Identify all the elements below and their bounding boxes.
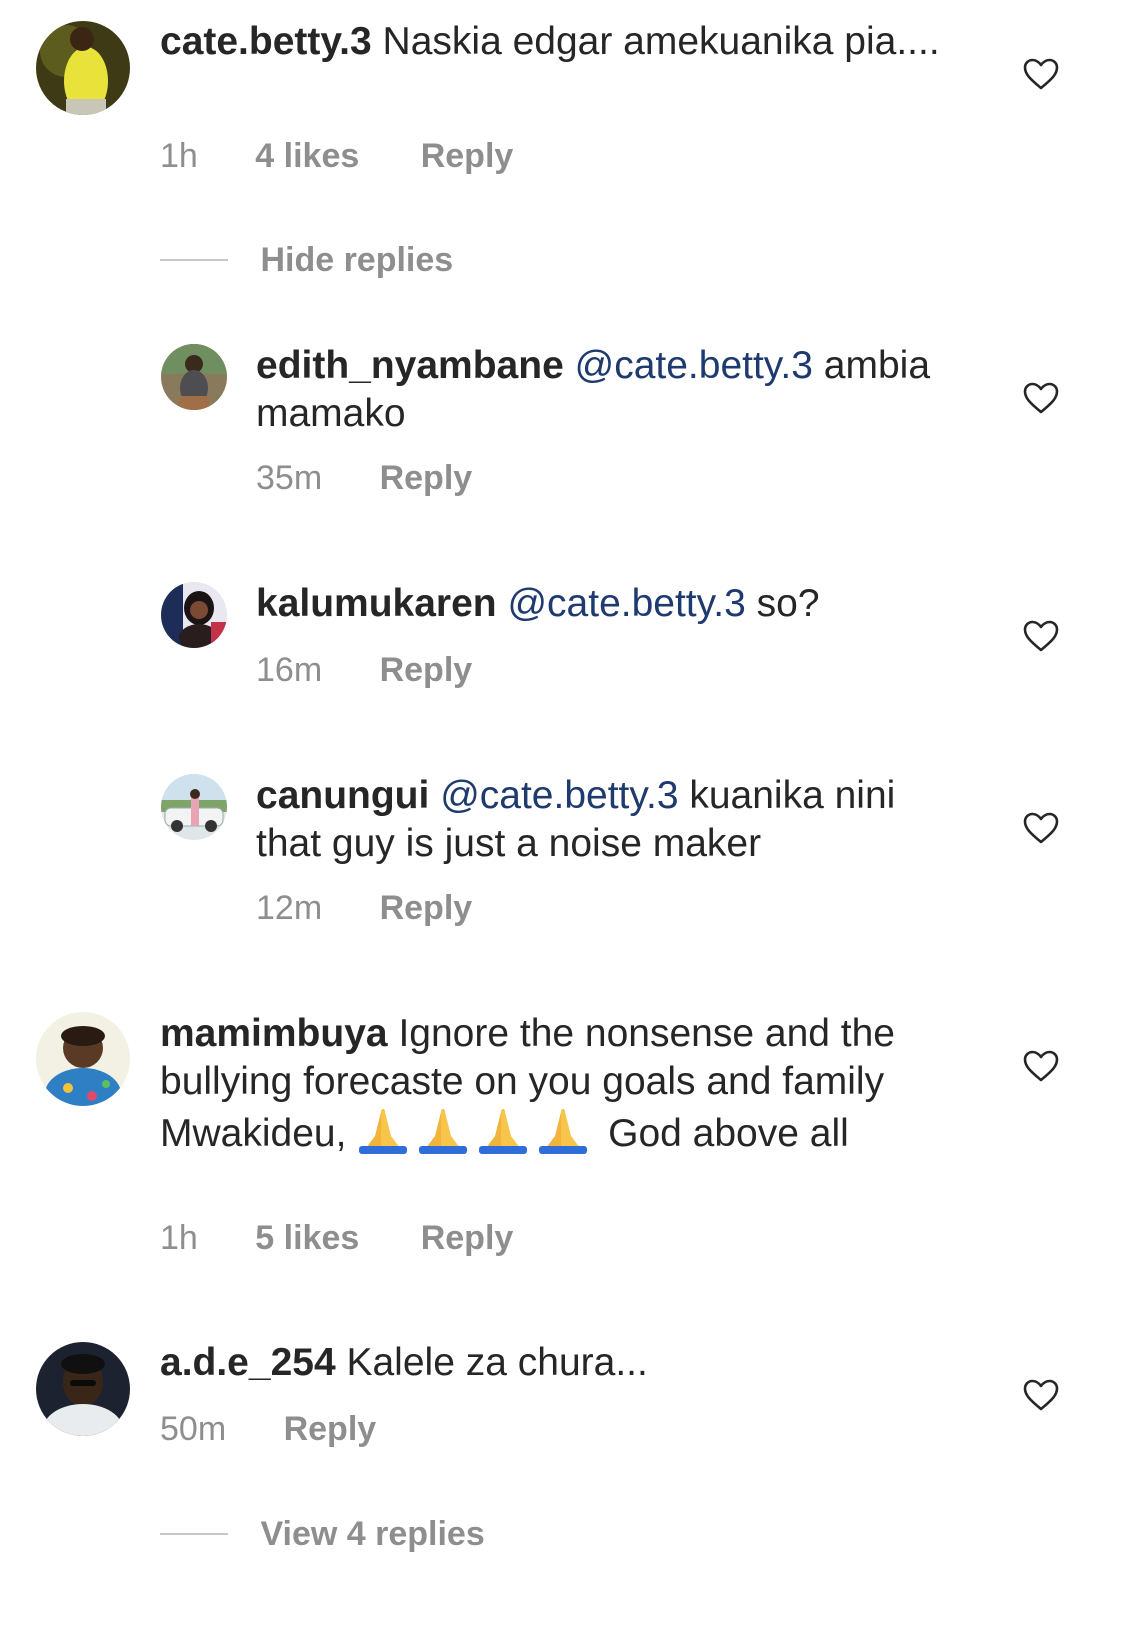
view-replies-label: View 4 replies bbox=[260, 1515, 485, 1553]
reply-button[interactable]: Reply bbox=[380, 650, 473, 690]
comment-likes[interactable]: 5 likes bbox=[255, 1218, 359, 1258]
reply-button[interactable]: Reply bbox=[421, 1218, 514, 1258]
reply-button[interactable]: Reply bbox=[380, 888, 473, 928]
comment-body: Naskia edgar amekuanika pia.... bbox=[382, 20, 940, 63]
comment-timestamp: 1h bbox=[160, 1219, 198, 1257]
comment-body: Kalele za chura... bbox=[346, 1341, 648, 1384]
reply-username[interactable]: kalumukaren bbox=[256, 582, 497, 625]
folded-hands-emoji-icon bbox=[419, 1109, 468, 1154]
heart-icon[interactable] bbox=[1022, 381, 1060, 415]
comment-meta: 50m Reply bbox=[160, 1409, 376, 1449]
heart-icon[interactable] bbox=[1022, 619, 1060, 653]
folded-hands-emoji-icon bbox=[539, 1109, 588, 1154]
comment-body-end: God above all bbox=[608, 1112, 849, 1155]
avatar[interactable] bbox=[36, 1012, 130, 1106]
reply-button[interactable]: Reply bbox=[380, 458, 473, 498]
avatar[interactable] bbox=[161, 582, 227, 648]
reply-text: kalumukaren @cate.betty.3 so? bbox=[256, 580, 956, 628]
heart-icon[interactable] bbox=[1022, 1049, 1060, 1083]
comment-username[interactable]: a.d.e_254 bbox=[160, 1341, 336, 1384]
emoji-group bbox=[357, 1109, 608, 1155]
reply-button[interactable]: Reply bbox=[421, 136, 514, 176]
reply-body: so? bbox=[756, 582, 820, 625]
comment-timestamp: 1h bbox=[160, 137, 198, 175]
reply-text: edith_nyambane @cate.betty.3 ambia mamak… bbox=[256, 342, 956, 438]
thread-divider bbox=[160, 259, 228, 261]
reply-button[interactable]: Reply bbox=[284, 1409, 377, 1449]
reply-timestamp: 35m bbox=[256, 459, 323, 497]
thread-divider bbox=[160, 1533, 228, 1535]
reply-meta: 12m Reply bbox=[256, 888, 472, 928]
reply-username[interactable]: edith_nyambane bbox=[256, 344, 564, 387]
comment-text: a.d.e_254 Kalele za chura... bbox=[160, 1339, 940, 1387]
folded-hands-emoji-icon bbox=[479, 1109, 528, 1154]
reply-timestamp: 16m bbox=[256, 651, 323, 689]
mention-link[interactable]: @cate.betty.3 bbox=[440, 774, 678, 817]
comment-meta: 1h 5 likes Reply bbox=[160, 1218, 513, 1258]
comment-username[interactable]: cate.betty.3 bbox=[160, 20, 372, 63]
reply-text: canungui @cate.betty.3 kuanika nini that… bbox=[256, 772, 956, 868]
comment-text: mamimbuya Ignore the nonsense and the bu… bbox=[160, 1010, 940, 1158]
mention-link[interactable]: @cate.betty.3 bbox=[575, 344, 813, 387]
heart-icon[interactable] bbox=[1022, 57, 1060, 91]
comment-meta: 1h 4 likes Reply bbox=[160, 136, 513, 176]
comment-likes[interactable]: 4 likes bbox=[255, 136, 359, 176]
reply-timestamp: 12m bbox=[256, 889, 323, 927]
avatar[interactable] bbox=[36, 21, 130, 115]
reply-username[interactable]: canungui bbox=[256, 774, 429, 817]
reply-meta: 16m Reply bbox=[256, 650, 472, 690]
comment-timestamp: 50m bbox=[160, 1410, 227, 1448]
reply-meta: 35m Reply bbox=[256, 458, 472, 498]
heart-icon[interactable] bbox=[1022, 1378, 1060, 1412]
comment-text: cate.betty.3 Naskia edgar amekuanika pia… bbox=[160, 18, 940, 66]
hide-replies-button[interactable]: Hide replies bbox=[160, 240, 453, 280]
comment-username[interactable]: mamimbuya bbox=[160, 1012, 388, 1055]
mention-link[interactable]: @cate.betty.3 bbox=[507, 582, 745, 625]
heart-icon[interactable] bbox=[1022, 811, 1060, 845]
hide-replies-label: Hide replies bbox=[260, 241, 454, 279]
view-replies-button[interactable]: View 4 replies bbox=[160, 1514, 485, 1554]
folded-hands-emoji-icon bbox=[359, 1109, 408, 1154]
avatar[interactable] bbox=[36, 1342, 130, 1436]
avatar[interactable] bbox=[161, 774, 227, 840]
avatar[interactable] bbox=[161, 344, 227, 410]
